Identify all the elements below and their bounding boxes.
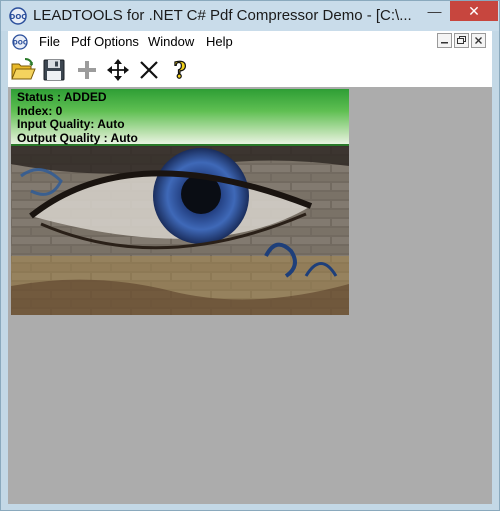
move-button[interactable] [105,57,131,83]
document-icon[interactable]: DOC [12,34,28,50]
status-text: Status : ADDED [17,90,107,104]
input-quality-text: Input Quality: Auto [17,117,125,131]
minimize-icon: — [427,3,442,19]
window-title: LEADTOOLS for .NET C# Pdf Compressor Dem… [33,7,412,24]
open-button[interactable] [10,57,36,83]
svg-text:DOC: DOC [10,13,27,21]
help-icon: ? [173,58,187,82]
menu-window[interactable]: Window [148,34,194,49]
menu-bar: DOC File Pdf Options Window Help [8,31,492,53]
save-icon [43,59,65,81]
pdf-document-view[interactable]: Status : ADDED Index: 0 Input Quality: A… [11,89,349,315]
restore-icon [457,36,466,44]
toolbar: ? [8,53,492,87]
index-text: Index: 0 [17,103,63,118]
close-button[interactable]: ✕ [450,1,498,21]
move-icon [107,59,129,81]
close-icon [475,37,482,44]
open-folder-icon [11,58,36,80]
delete-icon [140,61,158,79]
mdi-controls [437,33,486,49]
menu-pdf-options[interactable]: Pdf Options [71,34,139,49]
add-icon [78,61,96,79]
title-bar[interactable]: DOC LEADTOOLS for .NET C# Pdf Compressor… [1,1,499,31]
menu-file[interactable]: File [39,34,60,49]
minimize-button[interactable]: — [421,1,448,21]
minimize-icon [441,42,448,44]
svg-text:?: ? [174,58,187,82]
document-info-panel: Status : ADDED Index: 0 Input Quality: A… [11,89,349,146]
menu-help[interactable]: Help [206,34,233,49]
save-button[interactable] [41,57,67,83]
delete-button[interactable] [136,57,162,83]
app-icon[interactable]: DOC [9,7,27,25]
add-button[interactable] [74,57,100,83]
svg-text:DOC: DOC [13,40,28,47]
output-quality-text: Output Quality : Auto [17,130,138,145]
app-window: DOC LEADTOOLS for .NET C# Pdf Compressor… [0,0,500,511]
help-button[interactable]: ? [167,57,193,83]
close-icon: ✕ [468,2,480,19]
graffiti-eye-image [11,146,349,315]
mdi-workspace: Status : ADDED Index: 0 Input Quality: A… [8,87,492,504]
mdi-close-button[interactable] [471,33,486,48]
mdi-restore-button[interactable] [454,33,469,48]
mdi-minimize-button[interactable] [437,33,452,48]
